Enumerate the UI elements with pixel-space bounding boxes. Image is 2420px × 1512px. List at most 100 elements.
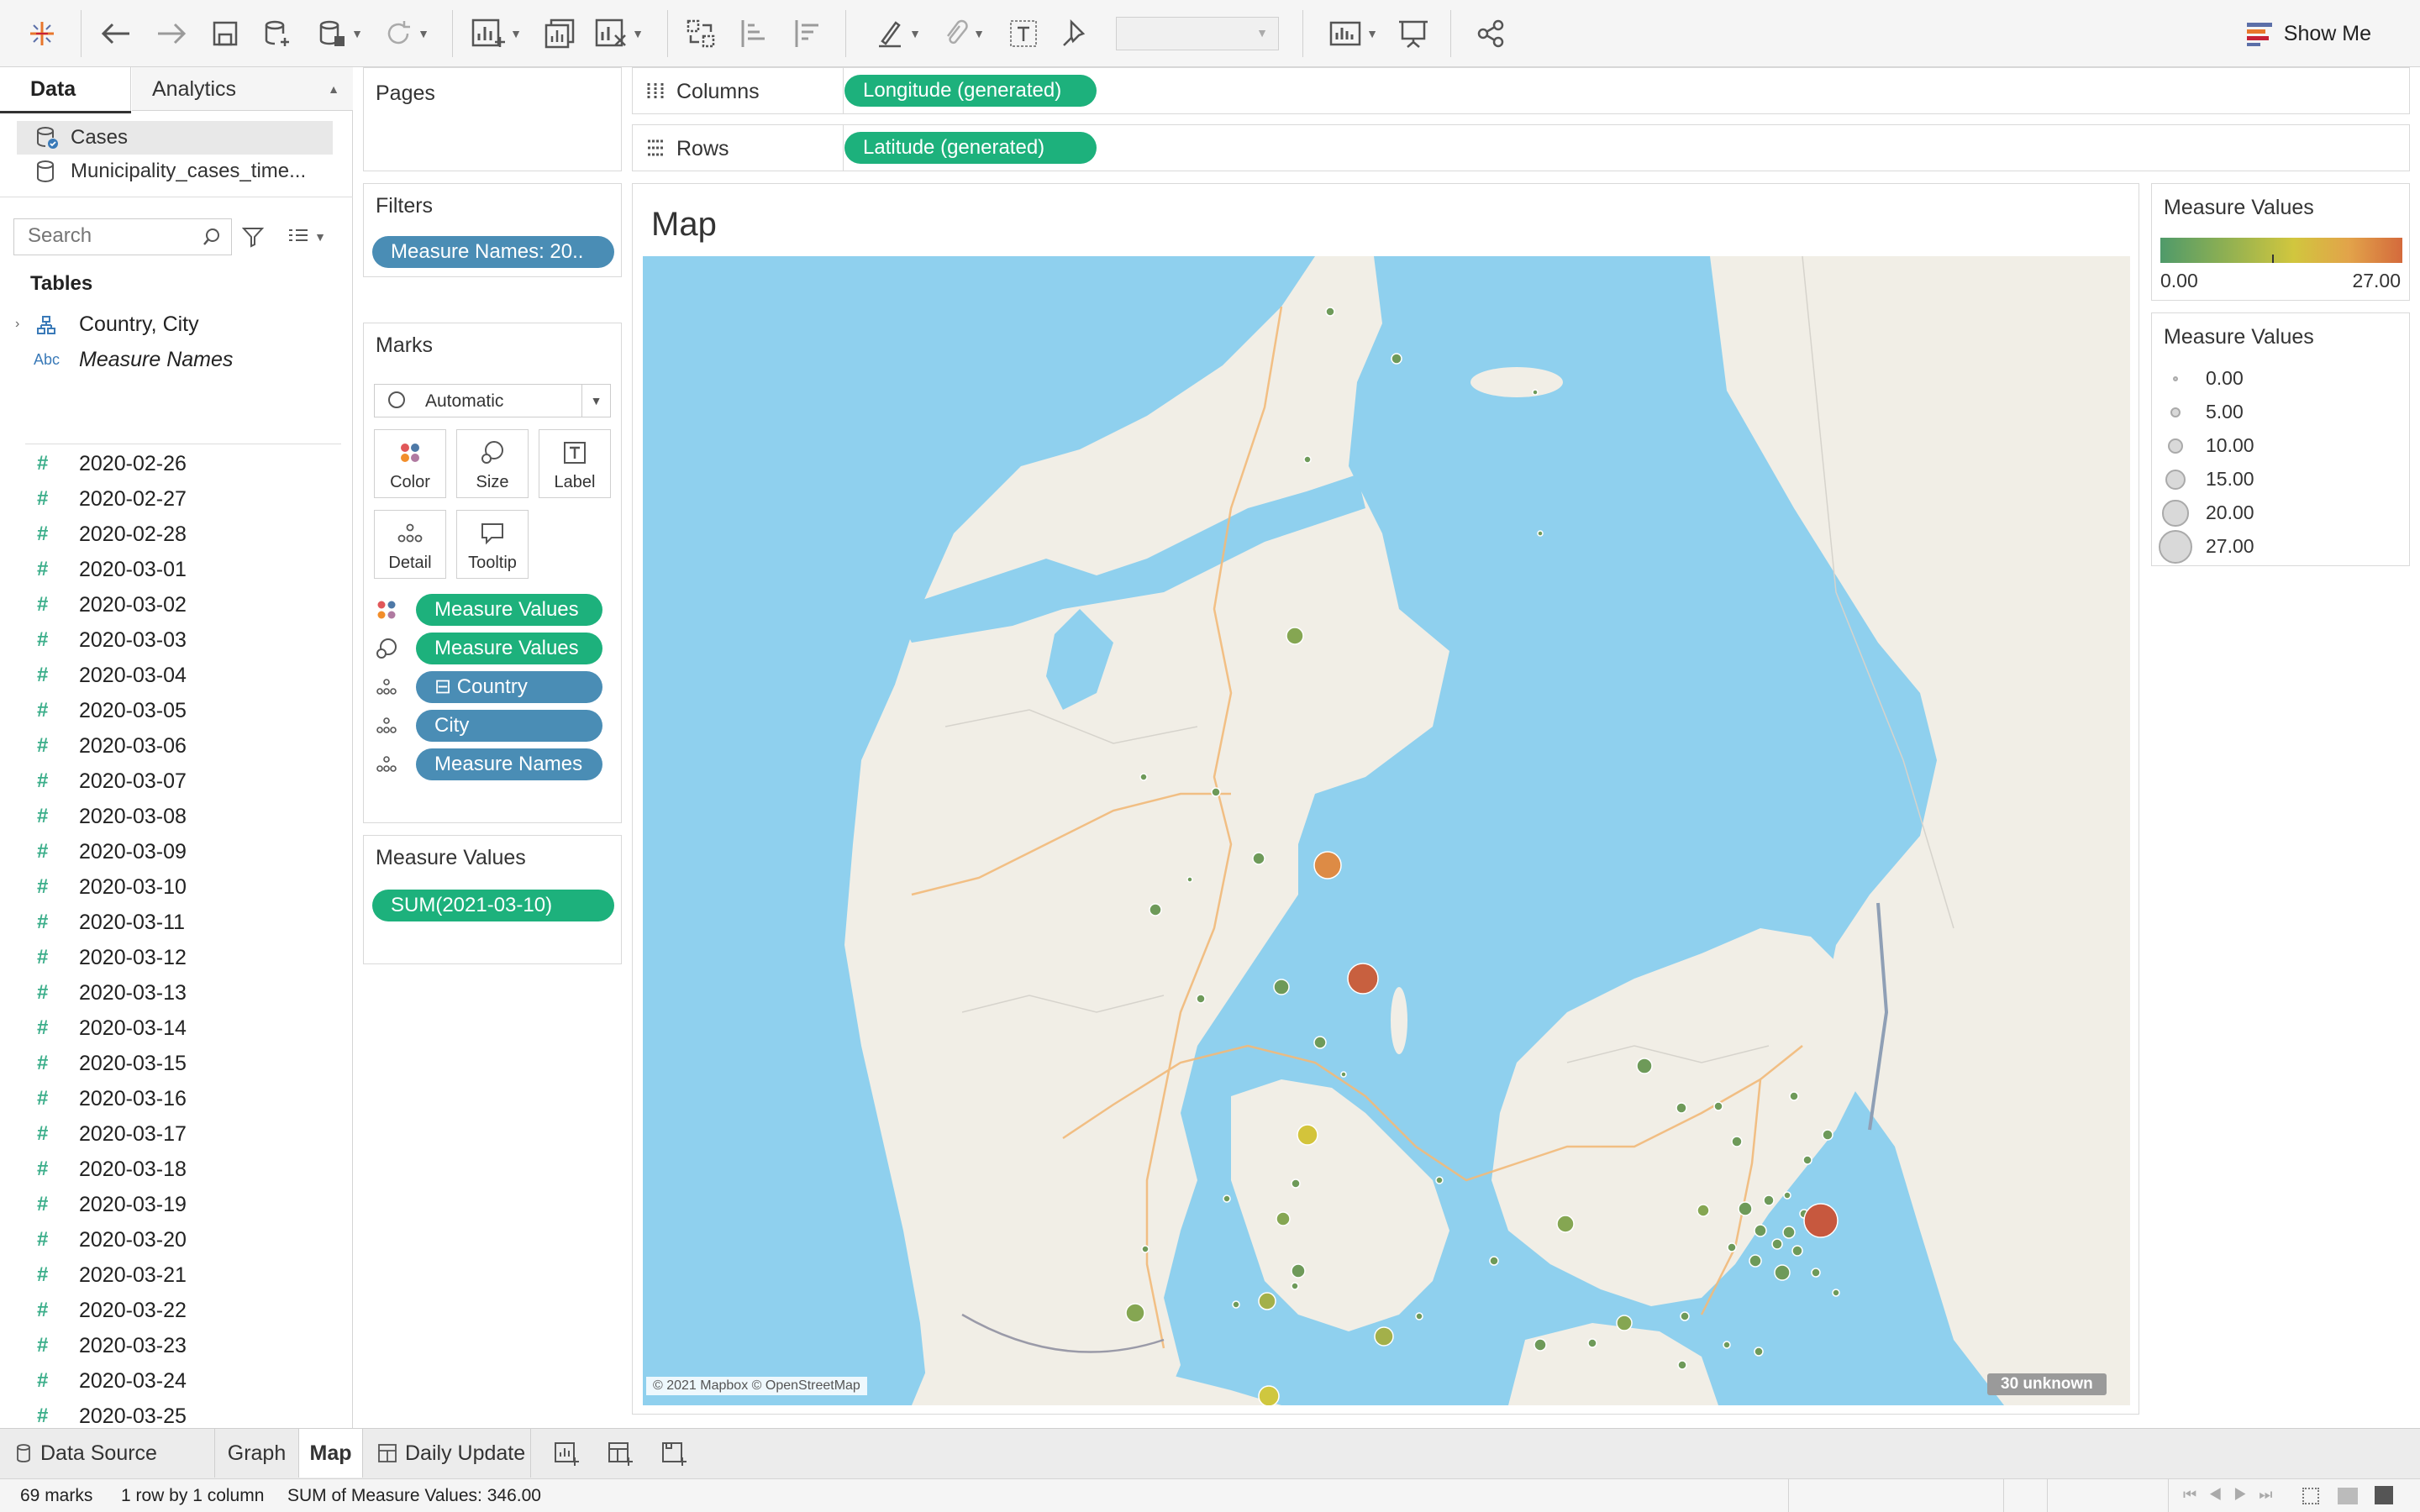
marks-pill-city[interactable]: City xyxy=(416,710,602,742)
field-measure-date[interactable]: #2020-03-07 xyxy=(0,764,345,799)
tab-map[interactable]: Map xyxy=(299,1429,363,1478)
filters-shelf[interactable]: Filters Measure Names: 20.. xyxy=(363,183,622,277)
tab-data-source[interactable]: Data Source xyxy=(0,1429,215,1478)
new-worksheet-tab-icon[interactable] xyxy=(550,1436,583,1473)
marks-label-button[interactable]: Label xyxy=(539,429,611,498)
measure-values-pill[interactable]: SUM(2021-03-10) xyxy=(372,890,614,921)
filter-fields-icon[interactable] xyxy=(239,218,267,255)
field-measure-date[interactable]: #2020-03-18 xyxy=(0,1152,345,1187)
data-source-cases[interactable]: Cases xyxy=(17,121,333,155)
tab-data[interactable]: Data xyxy=(0,67,131,111)
field-measure-date[interactable]: #2020-03-02 xyxy=(0,587,345,622)
view-options-icon[interactable]: ▼ xyxy=(277,218,336,255)
field-measure-date[interactable]: #2020-03-12 xyxy=(0,940,345,975)
marks-size-button[interactable]: Size xyxy=(456,429,529,498)
share-icon[interactable] xyxy=(1472,15,1509,52)
clear-sheet-icon[interactable]: ▼ xyxy=(590,15,649,52)
mark-type-dropdown[interactable]: Automatic ▼ xyxy=(374,384,611,417)
refresh-icon[interactable]: ▼ xyxy=(380,15,434,52)
fit-dropdown[interactable]: ▼ xyxy=(1116,15,1279,52)
field-measure-date[interactable]: #2020-03-22 xyxy=(0,1293,345,1328)
map-canvas[interactable] xyxy=(643,256,2130,1405)
show-filmstrip-icon[interactable] xyxy=(2302,1488,2319,1504)
chevron-down-icon[interactable]: ▼ xyxy=(581,385,610,417)
marks-pill-measure-values[interactable]: Measure Values xyxy=(416,594,602,626)
columns-shelf[interactable]: Columns Longitude (generated) xyxy=(632,67,2410,114)
show-cards-icon[interactable]: ▼ xyxy=(1324,15,1383,52)
columns-pill-longitude[interactable]: Longitude (generated) xyxy=(844,75,1097,107)
field-measure-date[interactable]: #2020-03-21 xyxy=(0,1257,345,1293)
search-input[interactable] xyxy=(14,219,191,253)
measure-values-shelf[interactable]: Measure Values SUM(2021-03-10) xyxy=(363,835,622,964)
new-dashboard-tab-icon[interactable] xyxy=(603,1436,637,1473)
field-measure-date[interactable]: #2020-03-05 xyxy=(0,693,345,728)
size-legend-circle xyxy=(2165,469,2186,491)
sort-ascending-icon[interactable] xyxy=(736,15,773,52)
field-measure-date[interactable]: #2020-03-09 xyxy=(0,834,345,869)
unknown-indicator[interactable]: 30 unknown xyxy=(1987,1373,2107,1395)
sort-descending-icon[interactable] xyxy=(790,15,827,52)
redo-icon[interactable] xyxy=(153,15,190,52)
field-label: 2020-03-14 xyxy=(79,1016,187,1040)
field-measure-date[interactable]: #2020-03-15 xyxy=(0,1046,345,1081)
show-mark-labels-icon[interactable] xyxy=(1005,15,1042,52)
field-measure-date[interactable]: #2020-02-28 xyxy=(0,517,345,552)
field-measure-date[interactable]: #2020-03-03 xyxy=(0,622,345,658)
field-measure-date[interactable]: #2020-03-24 xyxy=(0,1363,345,1399)
group-members-icon[interactable]: ▼ xyxy=(936,15,992,52)
pages-shelf[interactable]: Pages xyxy=(363,67,622,171)
field-measure-date[interactable]: #2020-03-19 xyxy=(0,1187,345,1222)
color-legend[interactable]: Measure Values 0.00 27.00 xyxy=(2151,183,2410,301)
duplicate-sheet-icon[interactable] xyxy=(541,15,578,52)
tableau-logo-icon[interactable] xyxy=(24,15,60,52)
field-measure-date[interactable]: #2020-03-06 xyxy=(0,728,345,764)
marks-pill-country[interactable]: ⊟ Country xyxy=(416,671,602,703)
swap-rows-columns-icon[interactable] xyxy=(682,15,719,52)
field-measure-date[interactable]: #2020-03-13 xyxy=(0,975,345,1011)
sheet-navigation-icons[interactable]: ⏮◀▶⏭ xyxy=(2183,1486,2285,1504)
data-source-municipality[interactable]: Municipality_cases_time... xyxy=(17,155,333,188)
field-measure-date[interactable]: #2020-03-11 xyxy=(0,905,345,940)
field-measure-date[interactable]: #2020-03-23 xyxy=(0,1328,345,1363)
field-measure-date[interactable]: #2020-02-26 xyxy=(0,446,345,481)
rows-shelf[interactable]: Rows Latitude (generated) xyxy=(632,124,2410,171)
field-measure-date[interactable]: #2020-02-27 xyxy=(0,481,345,517)
field-measure-names[interactable]: Abc Measure Names xyxy=(0,342,345,377)
map-attribution[interactable]: © 2021 Mapbox © OpenStreetMap xyxy=(646,1377,867,1395)
marks-pill-measure-names[interactable]: Measure Names xyxy=(416,748,602,780)
undo-icon[interactable] xyxy=(97,15,134,52)
show-sheet-sorter-icon[interactable] xyxy=(2338,1488,2358,1504)
field-country-city[interactable]: › Country, City xyxy=(0,307,345,342)
pause-auto-updates-icon[interactable]: ▼ xyxy=(313,15,368,52)
rows-pill-latitude[interactable]: Latitude (generated) xyxy=(844,132,1097,164)
field-measure-date[interactable]: #2020-03-16 xyxy=(0,1081,345,1116)
marks-tooltip-button[interactable]: Tooltip xyxy=(456,510,529,579)
save-icon[interactable] xyxy=(208,15,242,52)
size-legend[interactable]: Measure Values 0.00 5.00 10.00 15.00 20.00 27… xyxy=(2151,312,2410,566)
marks-color-button[interactable]: Color xyxy=(374,429,446,498)
expand-chevron-icon[interactable]: › xyxy=(15,307,19,342)
fix-axes-icon[interactable] xyxy=(1057,15,1094,52)
marks-detail-button[interactable]: Detail xyxy=(374,510,446,579)
field-measure-date[interactable]: #2020-03-14 xyxy=(0,1011,345,1046)
show-tabs-icon[interactable] xyxy=(2375,1486,2393,1504)
field-measure-date[interactable]: #2020-03-20 xyxy=(0,1222,345,1257)
marks-pill-measure-values[interactable]: Measure Values xyxy=(416,633,602,664)
presentation-mode-icon[interactable] xyxy=(1395,15,1432,52)
collapse-hierarchy-icon[interactable]: ⊟ xyxy=(434,675,457,698)
new-data-source-icon[interactable] xyxy=(260,15,294,52)
field-measure-date[interactable]: #2020-03-17 xyxy=(0,1116,345,1152)
field-measure-date[interactable]: #2020-03-01 xyxy=(0,552,345,587)
filter-pill-measure-names[interactable]: Measure Names: 20.. xyxy=(372,236,614,268)
tab-graph[interactable]: Graph xyxy=(215,1429,299,1478)
field-measure-date[interactable]: #2020-03-08 xyxy=(0,799,345,834)
field-measure-date[interactable]: #2020-03-04 xyxy=(0,658,345,693)
tab-daily-update[interactable]: Daily Update xyxy=(363,1429,531,1478)
field-search[interactable] xyxy=(13,218,232,255)
tab-analytics[interactable]: Analytics ▲ xyxy=(132,67,353,111)
highlight-icon[interactable]: ▼ xyxy=(871,15,926,52)
field-measure-date[interactable]: #2020-03-10 xyxy=(0,869,345,905)
new-story-tab-icon[interactable] xyxy=(657,1436,691,1473)
show-me-button[interactable]: Show Me xyxy=(2245,13,2371,54)
new-worksheet-icon[interactable]: ▼ xyxy=(467,15,526,52)
